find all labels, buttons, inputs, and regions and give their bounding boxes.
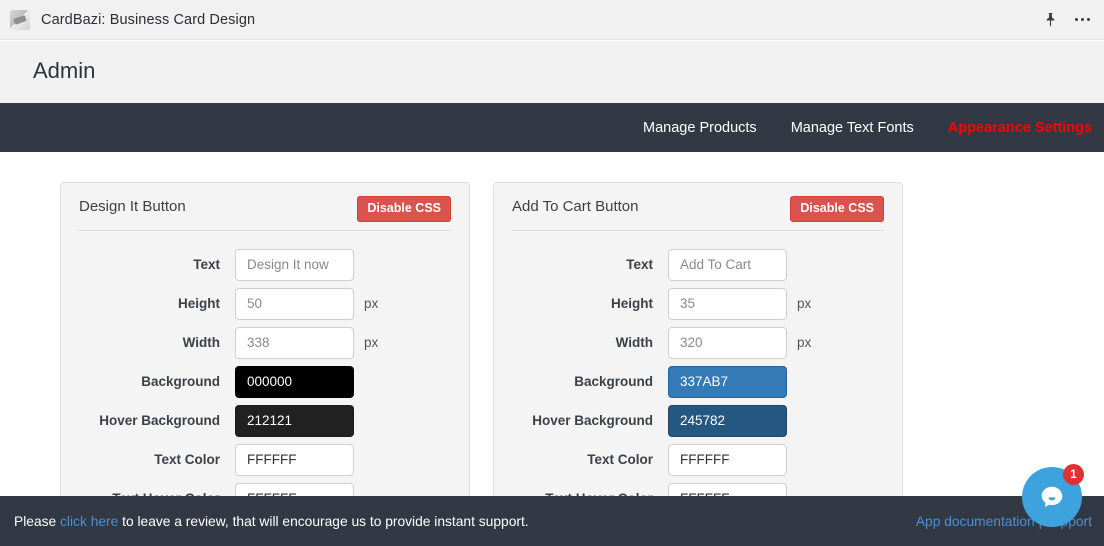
pin-button[interactable]: [1032, 0, 1068, 40]
field-label: Width: [615, 335, 653, 350]
height-input[interactable]: 35: [668, 287, 787, 320]
form-row-text-color: Text Color FFFFFF: [494, 440, 902, 479]
review-text-before: Please: [14, 513, 61, 529]
hover-background-color-input[interactable]: 245782: [668, 404, 787, 437]
disable-css-button[interactable]: Disable CSS: [790, 196, 884, 222]
text-color-input[interactable]: FFFFFF: [668, 443, 787, 476]
field-label: Background: [574, 374, 653, 389]
review-text-after: to leave a review, that will encourage u…: [118, 513, 529, 529]
more-options-button[interactable]: [1068, 0, 1104, 40]
field-label: Text Color: [587, 452, 653, 467]
design-it-button-form: Text Design It now Height 50 px Width 33…: [61, 231, 469, 518]
field-label: Hover Background: [532, 413, 653, 428]
page-title: Admin: [33, 58, 96, 83]
field-label: Height: [178, 296, 220, 311]
unit-label: px: [797, 335, 812, 350]
main-navbar: Manage Products Manage Text Fonts Appear…: [0, 103, 1104, 152]
review-banner: Please click here to leave a review, tha…: [0, 496, 1104, 546]
background-color-input[interactable]: 000000: [235, 365, 354, 398]
titlebar-actions: [1032, 0, 1104, 39]
form-row-width: Width 320 px: [494, 323, 902, 362]
card-title: Add To Cart Button: [512, 198, 639, 215]
window-title: CardBazi: Business Card Design: [41, 11, 256, 28]
field-label: Width: [182, 335, 220, 350]
card-header: Add To Cart Button Disable CSS: [512, 183, 884, 231]
add-to-cart-button-card: Add To Cart Button Disable CSS Text Add …: [493, 182, 903, 522]
height-input[interactable]: 50: [235, 287, 354, 320]
unit-label: px: [364, 296, 379, 311]
width-input[interactable]: 338: [235, 326, 354, 359]
text-input[interactable]: Add To Cart: [668, 248, 787, 281]
unit-label: px: [797, 296, 812, 311]
field-label: Text: [193, 257, 220, 272]
nav-item-manage-text-fonts[interactable]: Manage Text Fonts: [791, 120, 914, 136]
field-label: Hover Background: [99, 413, 220, 428]
field-label: Text: [626, 257, 653, 272]
pin-icon: [1046, 12, 1054, 27]
chat-bubble-icon: [1041, 486, 1063, 508]
design-it-button-card: Design It Button Disable CSS Text Design…: [60, 182, 470, 522]
card-header: Design It Button Disable CSS: [79, 183, 451, 231]
width-input[interactable]: 320: [668, 326, 787, 359]
form-row-text: Text Design It now: [61, 245, 469, 284]
admin-header: Admin: [0, 41, 1104, 103]
form-row-height: Height 50 px: [61, 284, 469, 323]
review-banner-text: Please click here to leave a review, tha…: [14, 514, 529, 529]
chat-launcher-button[interactable]: 1: [1022, 464, 1084, 527]
ellipsis-icon: [1074, 18, 1090, 21]
window-titlebar: CardBazi: Business Card Design: [0, 0, 1104, 40]
nav-items: Manage Products Manage Text Fonts Appear…: [643, 120, 1104, 136]
form-row-hover-background: Hover Background 212121: [61, 401, 469, 440]
form-row-text: Text Add To Cart: [494, 245, 902, 284]
chat-unread-badge: 1: [1063, 464, 1084, 485]
background-color-input[interactable]: 337AB7: [668, 365, 787, 398]
nav-item-appearance-settings[interactable]: Appearance Settings: [948, 120, 1092, 136]
main-content: Design It Button Disable CSS Text Design…: [0, 152, 1104, 546]
text-color-input[interactable]: FFFFFF: [235, 443, 354, 476]
unit-label: px: [364, 335, 379, 350]
field-label: Background: [141, 374, 220, 389]
nav-item-manage-products[interactable]: Manage Products: [643, 120, 757, 136]
form-row-background: Background 000000: [61, 362, 469, 401]
field-label: Text Color: [154, 452, 220, 467]
disable-css-button[interactable]: Disable CSS: [357, 196, 451, 222]
form-row-text-color: Text Color FFFFFF: [61, 440, 469, 479]
card-title: Design It Button: [79, 198, 186, 215]
form-row-height: Height 35 px: [494, 284, 902, 323]
add-to-cart-button-form: Text Add To Cart Height 35 px Width 320 …: [494, 231, 902, 518]
form-row-width: Width 338 px: [61, 323, 469, 362]
click-here-link[interactable]: click here: [60, 514, 118, 529]
form-row-background: Background 337AB7: [494, 362, 902, 401]
form-row-hover-background: Hover Background 245782: [494, 401, 902, 440]
text-input[interactable]: Design It now: [235, 248, 354, 281]
field-label: Height: [611, 296, 653, 311]
hover-background-color-input[interactable]: 212121: [235, 404, 354, 437]
card-design-icon: [10, 9, 30, 30]
